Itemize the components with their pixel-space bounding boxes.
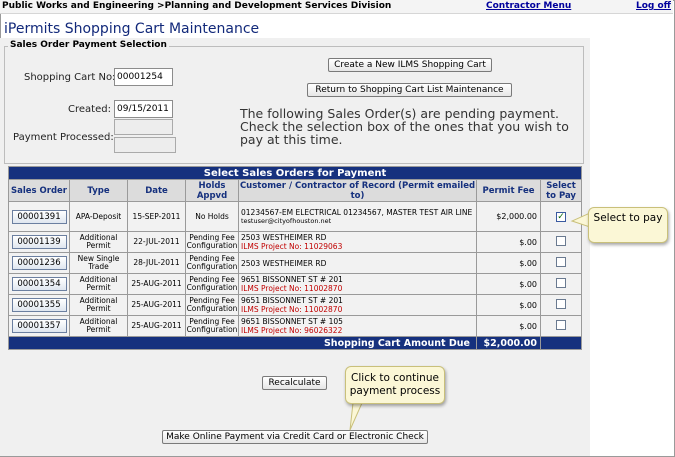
breadcrumb: Public Works and Engineering >Planning a… — [2, 1, 392, 11]
select-to-pay-callout: Select to pay — [588, 207, 668, 243]
select-checkbox[interactable] — [556, 257, 567, 267]
table-row: 00001391 APA-Deposit 15-SEP-2011 No Hold… — [8, 201, 583, 232]
cart-no-label: Shopping Cart No: — [24, 72, 116, 83]
sales-orders-table: Select Sales Orders for Payment Sales Or… — [7, 166, 583, 350]
project-number: ILMS Project No: 11002870 — [241, 284, 343, 293]
holds-status: Pending Fee Configuration — [185, 252, 239, 274]
customer-cell: 2503 WESTHEIMER RD ILMS Project No: 1102… — [238, 231, 477, 253]
order-date: 25-AUG-2011 — [127, 273, 186, 295]
logoff-link[interactable]: Log off — [636, 1, 671, 11]
order-type: New Single Trade — [69, 252, 128, 274]
col-fee: Permit Fee — [476, 179, 541, 202]
holds-status: Pending Fee Configuration — [185, 273, 239, 295]
select-checkbox[interactable] — [556, 236, 567, 246]
total-row: Shopping Cart Amount Due $2,000.00 — [8, 336, 583, 350]
created-field: 09/15/2011 — [114, 100, 173, 118]
created-label: Created: — [68, 104, 111, 115]
pending-info-text: The following Sales Order(s) are pending… — [240, 106, 569, 147]
create-cart-button[interactable]: Create a New ILMS Shopping Cart — [328, 58, 492, 72]
customer-address: 9651 BISSONNET ST # 201 — [241, 296, 343, 305]
sales-order-button[interactable]: 00001391 — [11, 209, 67, 224]
total-spacer — [539, 336, 583, 350]
sales-order-button[interactable]: 00001354 — [11, 277, 67, 291]
payment-processed-label: Payment Processed: — [13, 132, 114, 143]
holds-status: Pending Fee Configuration — [185, 315, 239, 337]
order-date: 15-SEP-2011 — [127, 201, 186, 232]
col-holds: Holds Appvd — [185, 179, 239, 202]
customer-cell: 2503 WESTHEIMER RD — [238, 252, 477, 274]
callout-pointer-icon — [570, 212, 590, 228]
holds-status: Pending Fee Configuration — [185, 231, 239, 253]
project-number: ILMS Project No: 11029063 — [241, 242, 343, 251]
col-date: Date — [127, 179, 186, 202]
make-payment-button[interactable]: Make Online Payment via Credit Card or E… — [162, 430, 428, 444]
col-select: Select to Pay — [539, 179, 583, 202]
customer-cell: 9651 BISSONNET ST # 105 ILMS Project No:… — [238, 315, 477, 337]
order-date: 25-AUG-2011 — [127, 315, 186, 337]
sales-order-button[interactable]: 00001236 — [11, 256, 67, 270]
select-checkbox[interactable] — [556, 278, 567, 288]
order-date: 28-JUL-2011 — [127, 252, 186, 274]
continue-payment-callout: Click to continue payment process — [345, 366, 445, 404]
return-to-list-button[interactable]: Return to Shopping Cart List Maintenance — [307, 83, 512, 97]
order-date: 25-AUG-2011 — [127, 294, 186, 316]
order-type: Additional Permit — [69, 315, 128, 337]
col-customer: Customer / Contractor of Record (Permit … — [238, 179, 477, 202]
contractor-menu-link[interactable]: Contractor Menu — [486, 1, 571, 11]
total-amount: $2,000.00 — [476, 336, 541, 350]
sales-order-button[interactable]: 00001355 — [11, 298, 67, 312]
payment-processed-field-2 — [114, 137, 176, 153]
cart-no-field: 00001254 — [114, 68, 173, 86]
customer-name: 01234567-EM ELECTRICAL 01234567, MASTER … — [241, 207, 473, 217]
customer-cell: 9651 BISSONNET ST # 201 ILMS Project No:… — [238, 273, 477, 295]
table-row: 00001354 Additional Permit 25-AUG-2011 P… — [8, 273, 583, 295]
table-row: 00001355 Additional Permit 25-AUG-2011 P… — [8, 294, 583, 316]
customer-cell: 01234567-EM ELECTRICAL 01234567, MASTER … — [238, 201, 477, 232]
recalculate-button[interactable]: Recalculate — [262, 376, 327, 390]
permit-fee: $.00 — [476, 231, 541, 253]
customer-address: 9651 BISSONNET ST # 201 — [241, 275, 343, 284]
order-type: Additional Permit — [69, 294, 128, 316]
select-checkbox[interactable] — [556, 320, 567, 330]
order-type: APA-Deposit — [69, 201, 128, 232]
project-number: ILMS Project No: 96026322 — [241, 326, 343, 335]
order-type: Additional Permit — [69, 231, 128, 253]
project-number: ILMS Project No: 11002870 — [241, 305, 343, 314]
col-type: Type — [69, 179, 128, 202]
holds-status: No Holds — [185, 201, 239, 232]
permit-fee: $.00 — [476, 273, 541, 295]
payment-processed-field — [114, 119, 173, 135]
customer-email: testuser@cityofhouston.net — [241, 216, 332, 225]
total-label: Shopping Cart Amount Due — [8, 336, 477, 350]
permit-fee: $2,000.00 — [476, 201, 541, 232]
customer-cell: 9651 BISSONNET ST # 201 ILMS Project No:… — [238, 294, 477, 316]
table-title: Select Sales Orders for Payment — [7, 166, 583, 180]
permit-fee: $.00 — [476, 252, 541, 274]
top-navigation-bar: Public Works and Engineering >Planning a… — [0, 0, 673, 14]
table-row: 00001236 New Single Trade 28-JUL-2011 Pe… — [8, 252, 583, 274]
table-row: 00001357 Additional Permit 25-AUG-2011 P… — [8, 315, 583, 337]
table-row: 00001139 Additional Permit 22-JUL-2011 P… — [8, 231, 583, 253]
group-legend: Sales Order Payment Selection — [8, 40, 169, 50]
select-checkbox[interactable]: ✓ — [556, 211, 567, 222]
order-date: 22-JUL-2011 — [127, 231, 186, 253]
permit-fee: $.00 — [476, 315, 541, 337]
page-title: iPermits Shopping Cart Maintenance — [4, 21, 260, 37]
holds-status: Pending Fee Configuration — [185, 294, 239, 316]
customer-address: 2503 WESTHEIMER RD — [241, 233, 327, 242]
order-type: Additional Permit — [69, 273, 128, 295]
permit-fee: $.00 — [476, 294, 541, 316]
sales-order-button[interactable]: 00001139 — [11, 235, 67, 249]
select-checkbox[interactable] — [556, 299, 567, 309]
customer-address: 9651 BISSONNET ST # 105 — [241, 317, 343, 326]
customer-address: 2503 WESTHEIMER RD — [241, 258, 327, 268]
col-sales-order: Sales Order — [8, 179, 70, 202]
sales-order-button[interactable]: 00001357 — [11, 319, 67, 333]
